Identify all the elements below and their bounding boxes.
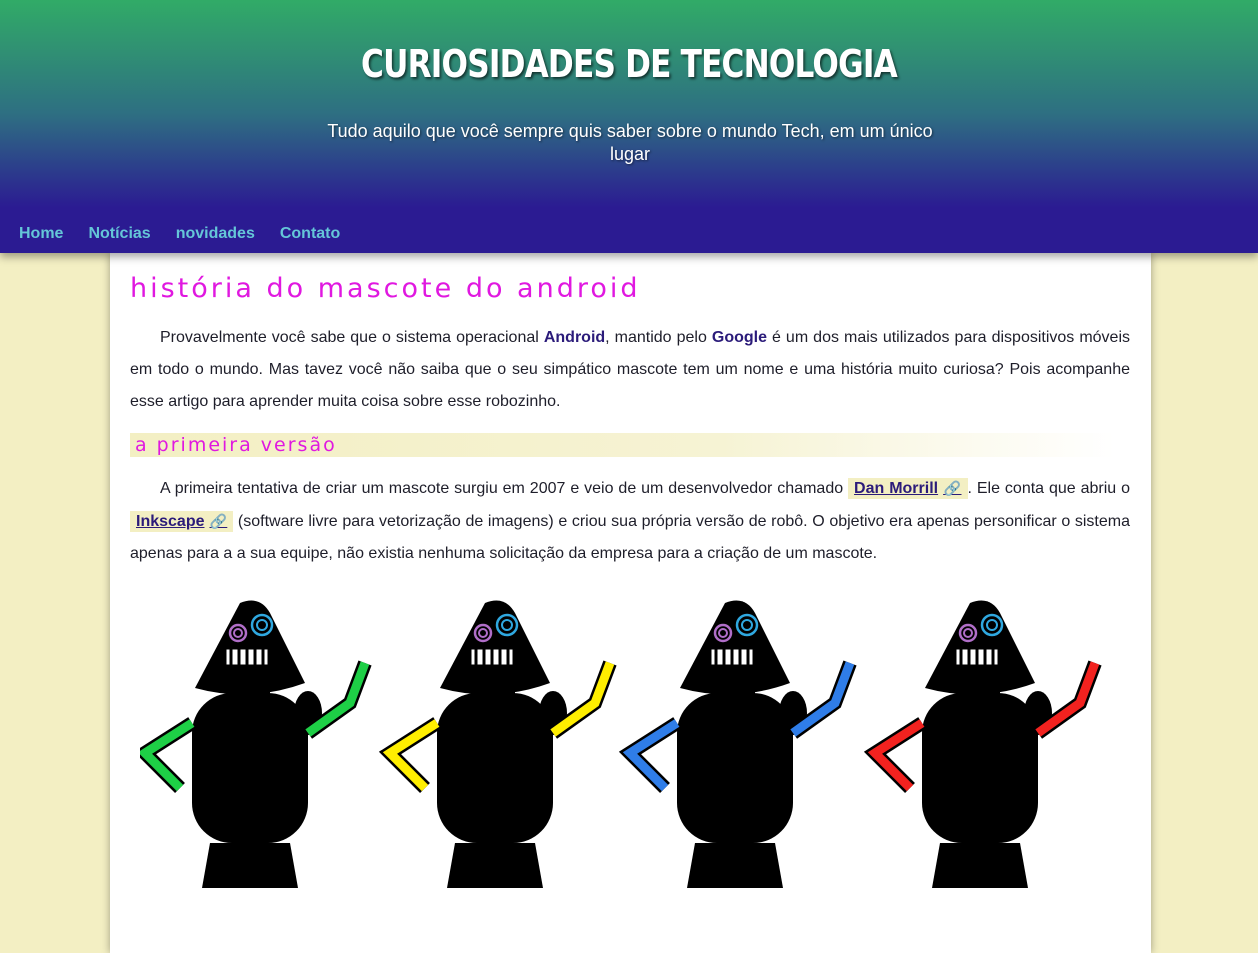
external-link-icon: 🔗	[943, 480, 962, 496]
inkscape-link[interactable]: Inkscape 🔗	[130, 511, 234, 532]
external-link-icon: 🔗	[209, 513, 228, 529]
dan-morrill-link-label: Dan Morrill	[854, 480, 939, 497]
nav-home-link[interactable]: Home	[0, 222, 75, 246]
site-tagline: Tudo aquilo que você sempre quis saber s…	[327, 121, 933, 164]
android-term: Android	[543, 329, 606, 346]
robots-illustration: [data-name="robot-green"] .body{fill:#1e…	[140, 599, 1102, 890]
robot-red	[863, 599, 1102, 890]
dan-morrill-link[interactable]: Dan Morrill 🔗	[848, 478, 968, 499]
nav-novidades-link[interactable]: novidades	[163, 222, 267, 246]
main-nav: Home Notícias novidades Contato	[0, 222, 352, 246]
section-title-first-version: A primeira versão	[130, 433, 1115, 457]
robot-yellow	[378, 599, 617, 890]
section-text-3: (software livre para vetorização de imag…	[130, 513, 1130, 562]
site-title: CURIOSIDADES DE TECNOLOGIA	[361, 42, 898, 86]
inkscape-link-label: Inkscape	[136, 513, 205, 530]
site-header: CURIOSIDADES DE TECNOLOGIA Tudo aquilo q…	[0, 0, 1258, 253]
intro-text-2: , mantido pelo	[605, 329, 712, 346]
robot-green	[140, 599, 372, 890]
article-title: História do mascote do Android	[130, 273, 641, 304]
section-text-2: . Ele conta que abriu o	[967, 480, 1131, 497]
first-version-paragraph: A primeira tentativa de criar um mascote…	[130, 472, 1130, 570]
google-term: Google	[711, 329, 767, 346]
robot-blue	[618, 599, 857, 890]
article-container: História do mascote do Android Provavelm…	[110, 253, 1151, 953]
nav-noticias-link[interactable]: Notícias	[75, 222, 162, 246]
intro-paragraph: Provavelmente você sabe que o sistema op…	[130, 322, 1130, 418]
intro-text-1: Provavelmente você sabe que o sistema op…	[160, 329, 544, 346]
section-text-1: A primeira tentativa de criar um mascote…	[160, 480, 849, 497]
nav-contato-link[interactable]: Contato	[267, 222, 352, 246]
